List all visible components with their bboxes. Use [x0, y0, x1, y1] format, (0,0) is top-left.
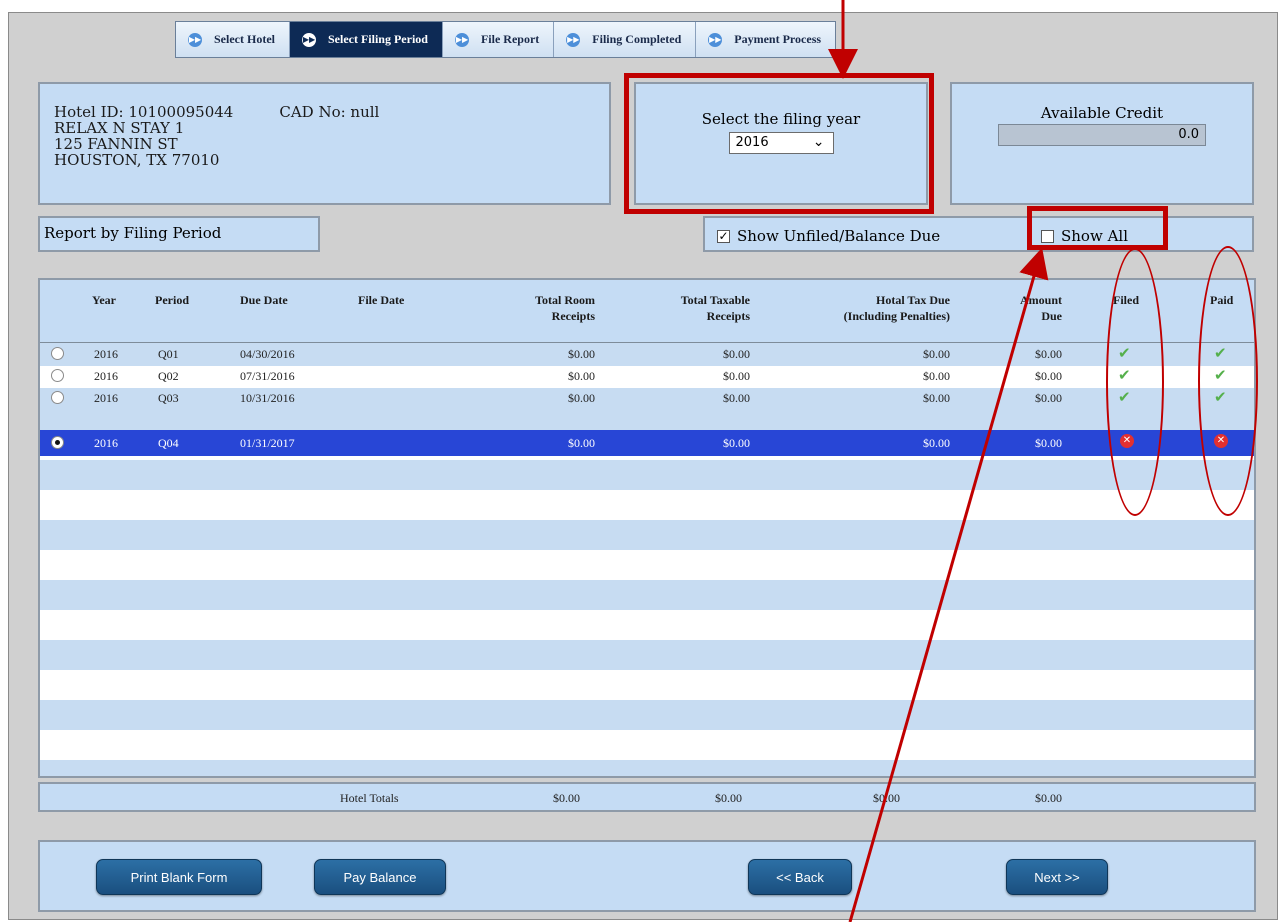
- cell-amount: $0.00: [1035, 347, 1062, 361]
- header-line: Amount: [1019, 293, 1062, 307]
- cad-number: CAD No: null: [279, 103, 380, 121]
- cell-amount: $0.00: [1035, 391, 1062, 405]
- tab-payment-process[interactable]: ▶▶ Payment Process: [696, 22, 836, 57]
- row-radio[interactable]: [51, 347, 64, 360]
- col-due-date: Due Date: [240, 293, 288, 307]
- arrow-circle-icon: ▶▶: [188, 32, 202, 47]
- cell-period: Q02: [158, 369, 179, 383]
- row-radio[interactable]: [51, 369, 64, 382]
- cell-room: $0.00: [568, 391, 595, 405]
- cell-taxable: $0.00: [723, 369, 750, 383]
- cell-year: 2016: [94, 369, 118, 383]
- cell-due-date: 07/31/2016: [240, 369, 295, 383]
- tab-label: File Report: [480, 32, 540, 46]
- cell-tax: $0.00: [923, 347, 950, 361]
- header-line: Total Taxable: [680, 293, 750, 307]
- checkbox-checked-icon: ✓: [717, 228, 730, 243]
- tab-filing-completed[interactable]: ▶▶ Filing Completed: [554, 22, 697, 57]
- totals-amount: $0.00: [1035, 791, 1062, 805]
- totals-tax: $0.00: [873, 791, 900, 805]
- annotation-highlight-box: [1027, 206, 1168, 250]
- cell-taxable: $0.00: [723, 347, 750, 361]
- hotel-info-panel: Hotel ID: 10100095044 CAD No: null RELAX …: [38, 82, 611, 205]
- next-button[interactable]: Next >>: [1006, 859, 1108, 895]
- tab-label: Payment Process: [734, 32, 822, 46]
- tab-label: Select Filing Period: [327, 32, 428, 46]
- print-blank-form-button[interactable]: Print Blank Form: [96, 859, 262, 895]
- cell-tax: $0.00: [923, 369, 950, 383]
- col-total-taxable-receipts: Total Taxable Receipts: [630, 292, 750, 324]
- credit-value: 0.0: [998, 124, 1206, 146]
- header-line: Receipts: [551, 309, 595, 323]
- cell-room: $0.00: [568, 347, 595, 361]
- annotation-highlight-box: [624, 73, 934, 214]
- table-row-selected[interactable]: 2016 Q04 01/31/2017 $0.00 $0.00 $0.00 $0…: [40, 430, 1254, 456]
- row-radio-selected[interactable]: [51, 436, 64, 449]
- arrow-circle-icon: ▶▶: [566, 32, 581, 47]
- hotel-street: 125 FANNIN ST: [54, 135, 178, 153]
- show-unfiled-checkbox[interactable]: ✓ Show Unfiled/Balance Due: [717, 227, 940, 245]
- cell-tax: $0.00: [923, 436, 950, 450]
- header-line: Receipts: [706, 309, 750, 323]
- cell-due-date: 01/31/2017: [240, 436, 295, 450]
- cell-due-date: 04/30/2016: [240, 347, 295, 361]
- cell-due-date: 10/31/2016: [240, 391, 295, 405]
- wizard-tabs: ▶▶ Select Hotel ▶▶ Select Filing Period …: [175, 21, 837, 58]
- table-row[interactable]: 2016 Q03 10/31/2016 $0.00 $0.00 $0.00 $0…: [40, 388, 1254, 408]
- tab-select-hotel[interactable]: ▶▶ Select Hotel: [176, 22, 290, 57]
- filing-period-table: Year Period Due Date File Date Total Roo…: [38, 278, 1256, 778]
- col-file-date: File Date: [358, 293, 405, 307]
- pay-balance-button[interactable]: Pay Balance: [314, 859, 446, 895]
- row-radio[interactable]: [51, 391, 64, 404]
- cell-period: Q01: [158, 347, 179, 361]
- hotel-totals-row: Hotel Totals $0.00 $0.00 $0.00 $0.00: [38, 782, 1256, 812]
- annotation-oval: [1106, 248, 1164, 516]
- totals-label: Hotel Totals: [340, 791, 399, 805]
- arrow-circle-icon: ▶▶: [301, 32, 316, 47]
- col-hotel-tax-due: Hotal Tax Due (Including Penalties): [800, 292, 950, 324]
- cell-room: $0.00: [568, 436, 595, 450]
- header-line: (Including Penalties): [843, 309, 950, 323]
- tab-label: Select Hotel: [214, 32, 275, 46]
- arrow-circle-icon: ▶▶: [708, 32, 723, 47]
- col-amount-due: Amount Due: [1000, 292, 1062, 324]
- hotel-city: HOUSTON, TX 77010: [54, 151, 220, 169]
- header-line: Due: [1041, 309, 1062, 323]
- table-header: Year Period Due Date File Date Total Roo…: [40, 280, 1254, 343]
- show-unfiled-label: Show Unfiled/Balance Due: [737, 227, 941, 245]
- cell-tax: $0.00: [923, 391, 950, 405]
- cell-amount: $0.00: [1035, 369, 1062, 383]
- filter-panel: ✓ Show Unfiled/Balance Due Show All: [703, 216, 1254, 252]
- col-total-room-receipts: Total Room Receipts: [495, 292, 595, 324]
- tab-label: Filing Completed: [592, 32, 682, 46]
- action-bar: Print Blank Form Pay Balance << Back Nex…: [38, 840, 1256, 912]
- totals-room: $0.00: [553, 791, 580, 805]
- totals-taxable: $0.00: [715, 791, 742, 805]
- hotel-name: RELAX N STAY 1: [54, 119, 185, 137]
- tab-select-filing-period[interactable]: ▶▶ Select Filing Period: [289, 22, 443, 57]
- annotation-oval: [1198, 246, 1258, 516]
- cell-room: $0.00: [568, 369, 595, 383]
- cell-taxable: $0.00: [723, 436, 750, 450]
- cell-amount: $0.00: [1035, 436, 1062, 450]
- table-row[interactable]: 2016 Q01 04/30/2016 $0.00 $0.00 $0.00 $0…: [40, 344, 1254, 364]
- available-credit-panel: Available Credit 0.0: [950, 82, 1254, 205]
- cell-year: 2016: [94, 436, 118, 450]
- credit-label: Available Credit: [1040, 104, 1164, 122]
- cell-period: Q03: [158, 391, 179, 405]
- header-line: Hotal Tax Due: [875, 293, 950, 307]
- tab-file-report[interactable]: ▶▶ File Report: [442, 22, 555, 57]
- cell-period: Q04: [158, 436, 179, 450]
- report-by-period-label: Report by Filing Period: [38, 216, 320, 252]
- cell-year: 2016: [94, 347, 118, 361]
- col-period: Period: [155, 293, 189, 307]
- table-row[interactable]: 2016 Q02 07/31/2016 $0.00 $0.00 $0.00 $0…: [40, 366, 1254, 386]
- back-button[interactable]: << Back: [748, 859, 852, 895]
- cell-year: 2016: [94, 391, 118, 405]
- col-year: Year: [92, 293, 116, 307]
- cell-taxable: $0.00: [723, 391, 750, 405]
- header-line: Total Room: [535, 293, 595, 307]
- arrow-circle-icon: ▶▶: [454, 32, 469, 47]
